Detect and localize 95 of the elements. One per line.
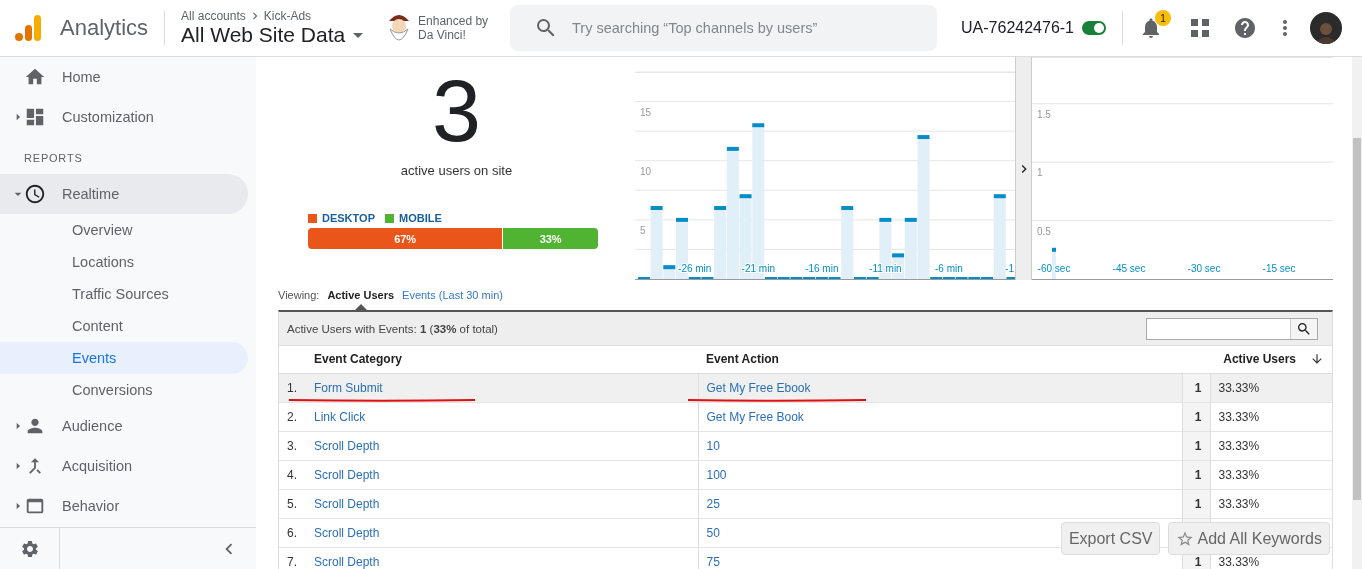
property-id: UA-76242476-1	[961, 19, 1074, 37]
column-header[interactable]: Event Action	[698, 346, 1182, 373]
breadcrumb-link[interactable]: Kick-Ads	[263, 9, 312, 23]
avatar[interactable]	[1310, 12, 1342, 44]
table-cell: 1	[1182, 431, 1210, 460]
view-tab[interactable]: Events (Last 30 min)	[402, 289, 503, 301]
nav-subitem[interactable]: Traffic Sources	[0, 278, 248, 310]
section-heading: REPORTS	[23, 150, 84, 166]
category-link[interactable]: Scroll Depth	[314, 525, 380, 540]
table-cell: 33.33%	[1210, 489, 1332, 518]
active-user-count: 3	[432, 73, 481, 149]
property-toggle[interactable]	[1082, 21, 1106, 35]
viewing-label: Viewing:	[278, 289, 320, 301]
axis-label: -1	[1005, 263, 1014, 274]
action-link[interactable]: Get My Free Ebook	[706, 380, 811, 395]
nav-item[interactable]: Behavior	[0, 486, 248, 526]
tick-label: 1.5	[1037, 108, 1051, 120]
row-number: 7.	[279, 547, 306, 569]
row-number: 1.	[279, 373, 306, 402]
column-header[interactable]: Event Category	[306, 346, 698, 373]
table-cell: 1	[1182, 460, 1210, 489]
axis-label: -11 min	[869, 263, 902, 274]
share-segment: 67%	[308, 228, 503, 249]
action-link[interactable]: 100	[706, 467, 727, 482]
nav-item[interactable]: Audience	[0, 406, 248, 446]
axis-label: -30 sec	[1187, 263, 1221, 274]
axis-label: -21 min	[741, 263, 775, 274]
nav-subitem[interactable]: Overview	[0, 214, 248, 246]
table-summary: Active Users with Events: 1 (33% of total)	[287, 322, 498, 335]
search-icon	[1296, 320, 1312, 337]
nav-item[interactable]: Acquisition	[0, 446, 248, 486]
axis-label: -15 sec	[1262, 263, 1296, 274]
action-link[interactable]: 50	[706, 525, 720, 540]
search-button[interactable]	[1290, 318, 1317, 339]
column-header[interactable]: Active Users	[1182, 346, 1332, 373]
tick-label: 15	[640, 106, 652, 118]
category-link[interactable]: Scroll Depth	[314, 554, 380, 569]
nav-subitem[interactable]: Conversions	[0, 374, 248, 406]
table-cell: 33.33%	[1210, 460, 1332, 489]
export-button[interactable]: Export CSV	[1060, 522, 1161, 555]
row-number: 4.	[279, 460, 306, 489]
axis-label: -16 min	[805, 263, 839, 274]
axis-label: -45 sec	[1112, 263, 1146, 274]
table-cell: 1	[1182, 489, 1210, 518]
search-field[interactable]: Try searching “Top channels by users”	[510, 5, 938, 51]
clock-icon	[24, 183, 46, 205]
tick-label: 1	[1037, 167, 1043, 179]
analytics-logo	[14, 14, 42, 42]
action-link[interactable]: 10	[706, 438, 720, 453]
scrollbar-thumb[interactable]	[1353, 138, 1361, 500]
tick-label: 0.5	[1037, 225, 1051, 237]
table-cell: 1	[1182, 373, 1210, 402]
view-selector[interactable]: All Web Site Data	[181, 23, 387, 47]
row-number: 6.	[279, 518, 306, 547]
table-cell: 33.33%	[1210, 402, 1332, 431]
action-link[interactable]: 25	[706, 496, 720, 511]
nav-subitem[interactable]: Locations	[0, 246, 248, 278]
keywords-button[interactable]: Add All Keywords	[1168, 522, 1330, 555]
action-link[interactable]: Get My Free Book	[706, 409, 804, 424]
legend-label: DESKTOP	[322, 212, 375, 224]
notification-badge: 1	[1155, 10, 1171, 26]
table-cell: 33.33%	[1210, 431, 1332, 460]
extension-credit: Enhanced by Da Vinci!	[418, 14, 490, 42]
dashboard-icon	[24, 106, 46, 128]
row-number: 5.	[279, 489, 306, 518]
row-number: 2.	[279, 402, 306, 431]
caret-icon	[353, 32, 364, 38]
nav-item[interactable]: Customization	[0, 97, 248, 137]
table-cell: 33.33%	[1210, 373, 1332, 402]
axis-label: -6 min	[935, 263, 963, 274]
nav-item[interactable]: Realtime	[0, 174, 248, 214]
apps-icon[interactable]	[1189, 17, 1211, 39]
axis-label: -26 min	[678, 263, 712, 274]
tick-label: 10	[640, 165, 652, 177]
settings-icon[interactable]	[19, 538, 40, 559]
nav-item[interactable]: Home	[0, 57, 248, 97]
category-link[interactable]: Link Click	[314, 409, 366, 424]
nav-subitem[interactable]: Events	[0, 342, 248, 374]
category-link[interactable]: Scroll Depth	[314, 496, 380, 511]
count-caption: active users on site	[400, 163, 513, 178]
category-link[interactable]: Scroll Depth	[314, 467, 380, 482]
legend-label: MOBILE	[399, 212, 442, 224]
nav-subitem[interactable]: Content	[0, 310, 248, 342]
search-input[interactable]: Try searching “Top channels by users”	[570, 19, 931, 37]
category-link[interactable]: Scroll Depth	[314, 438, 380, 453]
help-icon[interactable]	[1233, 16, 1257, 40]
breadcrumb-link[interactable]: All accounts	[181, 9, 246, 23]
action-link[interactable]: 75	[706, 554, 720, 569]
category-link[interactable]: Form Submit	[314, 380, 383, 395]
share-segment: 33%	[502, 228, 598, 249]
table-cell: 1	[1182, 402, 1210, 431]
row-number: 3.	[279, 431, 306, 460]
tick-label: 5	[640, 224, 646, 236]
axis-label: -60 sec	[1037, 263, 1071, 274]
product-name: Analytics	[60, 15, 149, 41]
